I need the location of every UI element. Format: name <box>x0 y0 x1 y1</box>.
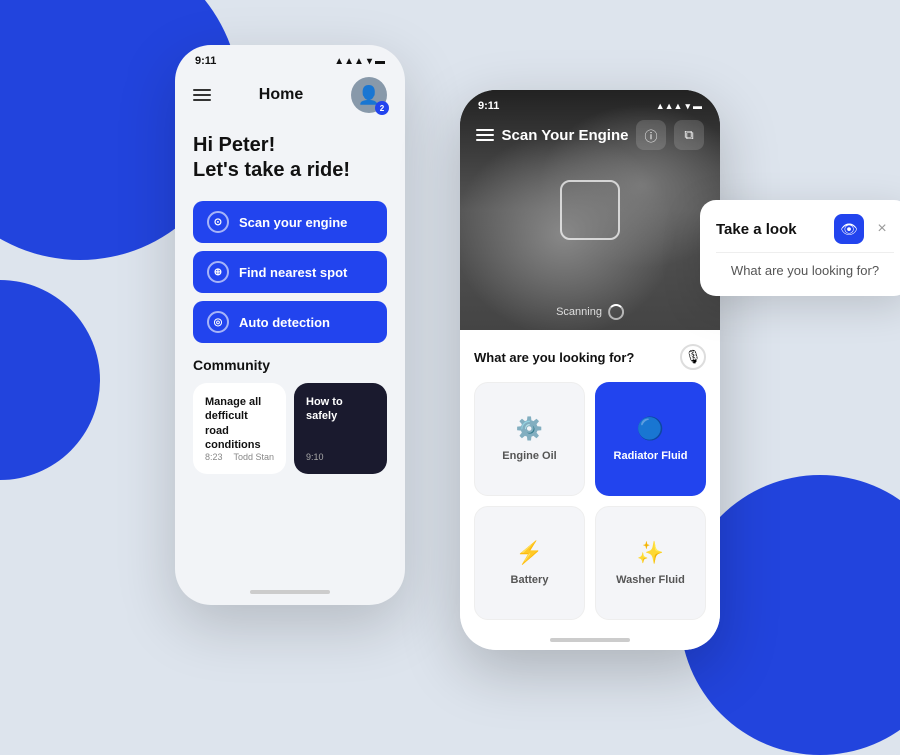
phone2-top: 9:11 ▲▲▲ ▾ ▬ Scan Your Engine ⓘ ⧉ Scanni… <box>460 90 720 330</box>
comm-card-dark-meta: 9:10 <box>306 452 375 462</box>
home-title: Home <box>259 86 303 104</box>
washer-fluid-icon: ✨ <box>637 540 664 566</box>
copy-button[interactable]: ⧉ <box>674 120 704 150</box>
status-icons-phone2: ▲▲▲ ▾ ▬ <box>656 101 702 112</box>
phone2-bottom: What are you looking for? 🎙 ⚙️ Engine Oi… <box>460 330 720 630</box>
find-nearest-label: Find nearest spot <box>239 265 347 280</box>
battery-icon: ▬ <box>375 56 385 67</box>
phone2-header-icons: ⓘ ⧉ <box>636 120 704 150</box>
radiator-fluid-label: Radiator Fluid <box>614 450 688 462</box>
scan-engine-icon: ⊙ <box>207 211 229 233</box>
battery-icon-2: ▬ <box>693 101 702 111</box>
engine-oil-label: Engine Oil <box>502 450 556 462</box>
scan-engine-label: Scan your engine <box>239 215 347 230</box>
auto-detection-icon: ◎ <box>207 311 229 333</box>
battery-option[interactable]: ⚡ Battery <box>474 506 585 620</box>
scan-status-label: Scanning <box>556 306 602 318</box>
mic-button[interactable]: 🎙 <box>680 344 706 370</box>
auto-detection-button[interactable]: ◎ Auto detection <box>193 301 387 343</box>
menu-icon[interactable] <box>193 89 211 101</box>
phone1-content: Hi Peter! Let's take a ride! ⊙ Scan your… <box>175 123 405 585</box>
close-button[interactable]: × <box>870 217 894 241</box>
radiator-fluid-option[interactable]: 🔵 Radiator Fluid <box>595 382 706 496</box>
phone1-header: Home 👤 2 <box>175 71 405 123</box>
avatar-badge[interactable]: 👤 2 <box>351 77 387 113</box>
auto-detection-label: Auto detection <box>239 315 330 330</box>
tooltip-divider <box>716 252 894 253</box>
comm-card-dark-time: 9:10 <box>306 452 324 462</box>
community-card-dark[interactable]: How to safely 9:10 <box>294 383 387 474</box>
engine-oil-option[interactable]: ⚙️ Engine Oil <box>474 382 585 496</box>
scan-status: Scanning <box>556 304 624 320</box>
status-bar-phone1: 9:11 ▲▲▲ ▾ ▬ <box>175 45 405 71</box>
phone2-header: Scan Your Engine ⓘ ⧉ <box>460 116 720 158</box>
options-grid: ⚙️ Engine Oil 🔵 Radiator Fluid ⚡ Battery… <box>474 382 706 620</box>
comm-card-dark-title: How to safely <box>306 395 375 424</box>
tooltip-header: Take a look 👁 × <box>716 214 894 244</box>
washer-fluid-option[interactable]: ✨ Washer Fluid <box>595 506 706 620</box>
info-button[interactable]: ⓘ <box>636 120 666 150</box>
scan-spinner <box>608 304 624 320</box>
comm-card-light-meta: 8:23 Todd Stan <box>205 452 274 462</box>
greeting: Hi Peter! Let's take a ride! <box>193 133 387 183</box>
tooltip-popup: Take a look 👁 × What are you looking for… <box>700 200 900 296</box>
greeting-line2: Let's take a ride! <box>193 158 387 183</box>
phone-scan: 9:11 ▲▲▲ ▾ ▬ Scan Your Engine ⓘ ⧉ Scanni… <box>460 90 720 650</box>
find-nearest-button[interactable]: ⊕ Find nearest spot <box>193 251 387 293</box>
phone-home: 9:11 ▲▲▲ ▾ ▬ Home 👤 2 Hi Peter! Let's ta… <box>175 45 405 605</box>
what-looking-row: What are you looking for? 🎙 <box>474 344 706 370</box>
community-title: Community <box>193 357 387 373</box>
tooltip-actions: 👁 × <box>834 214 894 244</box>
eye-button[interactable]: 👁 <box>834 214 864 244</box>
washer-fluid-label: Washer Fluid <box>616 574 685 586</box>
find-nearest-icon: ⊕ <box>207 261 229 283</box>
bg-blob-left-mid <box>0 280 100 480</box>
notification-badge: 2 <box>375 101 389 115</box>
community-card-light[interactable]: Manage all defficult road conditions 8:2… <box>193 383 286 474</box>
status-time-phone2: 9:11 <box>478 100 499 112</box>
battery-label: Battery <box>511 574 549 586</box>
comm-card-light-time: 8:23 <box>205 452 223 462</box>
what-looking-text: What are you looking for? <box>474 350 634 365</box>
home-indicator <box>250 590 330 594</box>
signal-icon-2: ▲▲▲ <box>656 101 683 111</box>
tooltip-question: What are you looking for? <box>716 259 894 282</box>
comm-card-light-title: Manage all defficult road conditions <box>205 395 274 452</box>
signal-icon: ▲▲▲ <box>334 56 364 67</box>
radiator-fluid-icon: 🔵 <box>637 416 664 442</box>
home-indicator-2 <box>550 638 630 642</box>
status-icons-phone1: ▲▲▲ ▾ ▬ <box>334 56 385 67</box>
community-cards: Manage all defficult road conditions 8:2… <box>193 383 387 474</box>
status-time-phone1: 9:11 <box>195 55 216 67</box>
menu-icon-2[interactable] <box>476 129 494 141</box>
wifi-icon: ▾ <box>367 56 372 67</box>
battery-icon-opt: ⚡ <box>516 540 543 566</box>
engine-oil-icon: ⚙️ <box>516 416 543 442</box>
scan-engine-button[interactable]: ⊙ Scan your engine <box>193 201 387 243</box>
phone2-home-bar <box>460 630 720 650</box>
scan-frame <box>560 180 620 240</box>
comm-card-light-author: Todd Stan <box>233 452 274 462</box>
phone1-home-bar <box>175 585 405 605</box>
tooltip-title: Take a look <box>716 221 797 238</box>
status-bar-phone2: 9:11 ▲▲▲ ▾ ▬ <box>460 90 720 116</box>
greeting-line1: Hi Peter! <box>193 133 387 158</box>
wifi-icon-2: ▾ <box>685 101 690 112</box>
scan-engine-title: Scan Your Engine <box>502 127 629 144</box>
